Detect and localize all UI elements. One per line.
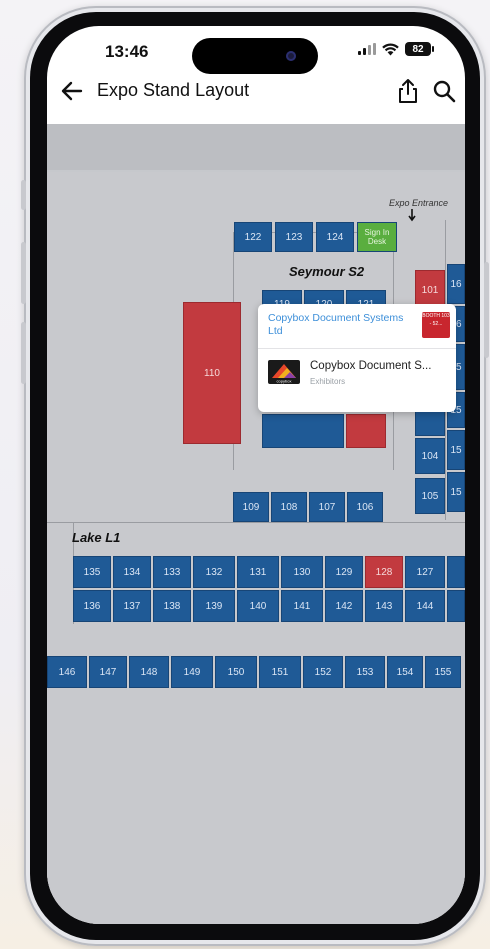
action-button xyxy=(21,180,26,210)
popup-exhibitor-name[interactable]: Copybox Document S... xyxy=(310,360,450,372)
volume-down-button xyxy=(21,322,26,384)
stand-sign-in-desk[interactable]: Sign In Desk xyxy=(357,222,397,252)
stand-150[interactable]: 150 xyxy=(215,656,257,688)
stand-122[interactable]: 122 xyxy=(234,222,272,252)
map-floor xyxy=(47,172,465,924)
stand-146[interactable]: 146 xyxy=(47,656,87,688)
stand-104[interactable]: 104 xyxy=(415,438,445,474)
camera-icon xyxy=(286,51,296,61)
logo-text: copybox xyxy=(277,379,292,384)
battery-icon: 82 xyxy=(405,42,434,56)
company-logo: copybox xyxy=(268,360,300,384)
stand-128[interactable]: 128 xyxy=(365,556,403,588)
stand-105[interactable]: 105 xyxy=(415,478,445,514)
entrance-arrow-icon xyxy=(408,209,416,222)
stand-149[interactable]: 149 xyxy=(171,656,213,688)
stand-107[interactable]: 107 xyxy=(309,492,345,522)
stand-126-partial[interactable] xyxy=(447,556,465,588)
stand-139[interactable]: 139 xyxy=(193,590,235,622)
stand-140[interactable]: 140 xyxy=(237,590,279,622)
zone-label-lake: Lake L1 xyxy=(72,530,121,545)
stand-under-popup-red[interactable] xyxy=(346,414,386,448)
stand-153[interactable]: 153 xyxy=(345,656,385,688)
stand-132[interactable]: 132 xyxy=(193,556,235,588)
stand-137[interactable]: 137 xyxy=(113,590,151,622)
booth-badge: BOOTH 103 - 52... xyxy=(422,312,450,338)
back-arrow-icon[interactable] xyxy=(59,78,85,104)
status-icons: 82 xyxy=(358,42,434,56)
stand-134[interactable]: 134 xyxy=(113,556,151,588)
stand-under-popup-b[interactable] xyxy=(262,414,344,448)
copybox-logo-icon: copybox xyxy=(270,364,298,384)
power-button xyxy=(484,262,489,358)
stand-148[interactable]: 148 xyxy=(129,656,169,688)
lake-wall-top xyxy=(47,522,465,523)
stand-106[interactable]: 106 xyxy=(347,492,383,522)
stand-130[interactable]: 130 xyxy=(281,556,323,588)
stand-129[interactable]: 129 xyxy=(325,556,363,588)
stand-138[interactable]: 138 xyxy=(153,590,191,622)
stand-147[interactable]: 147 xyxy=(89,656,127,688)
stand-123[interactable]: 123 xyxy=(275,222,313,252)
exhibitor-popup[interactable]: Copybox Document Systems Ltd BOOTH 103 -… xyxy=(258,304,456,412)
signal-icon xyxy=(358,43,376,55)
stand-152[interactable]: 152 xyxy=(303,656,343,688)
page-title: Expo Stand Layout xyxy=(97,80,250,100)
app-bar: Expo Stand Layout xyxy=(47,72,465,112)
stand-108[interactable]: 108 xyxy=(271,492,307,522)
stand-155[interactable]: 155 xyxy=(425,656,461,688)
stand-136[interactable]: 136 xyxy=(73,590,111,622)
stand-16a[interactable]: 16 xyxy=(447,264,465,304)
stand-151[interactable]: 151 xyxy=(259,656,301,688)
wifi-icon xyxy=(382,42,399,55)
zone-label-seymour: Seymour S2 xyxy=(289,264,365,279)
status-time: 13:46 xyxy=(105,42,149,61)
phone-screen: 13:46 82 Expo Stand Layout Expo Entrance… xyxy=(47,26,465,924)
stand-135[interactable]: 135 xyxy=(73,556,111,588)
popup-company-name[interactable]: Copybox Document Systems Ltd xyxy=(268,312,408,338)
stand-145-partial[interactable] xyxy=(447,590,465,622)
expo-entrance-label: Expo Entrance xyxy=(389,198,449,208)
volume-up-button xyxy=(21,242,26,304)
stand-15c[interactable]: 15 xyxy=(447,430,465,470)
stand-109[interactable]: 109 xyxy=(233,492,269,522)
stand-15d[interactable]: 15 xyxy=(447,472,465,512)
stand-124[interactable]: 124 xyxy=(316,222,354,252)
stand-110[interactable]: 110 xyxy=(183,302,241,444)
stand-144[interactable]: 144 xyxy=(405,590,445,622)
dynamic-island xyxy=(192,38,318,74)
popup-exhibitor-type: Exhibitors xyxy=(310,377,346,386)
floor-plan-map[interactable]: Expo Entrance Seymour S2 Lake L1 122 123… xyxy=(47,124,465,924)
stand-133[interactable]: 133 xyxy=(153,556,191,588)
stand-142[interactable]: 142 xyxy=(325,590,363,622)
stand-141[interactable]: 141 xyxy=(281,590,323,622)
search-icon[interactable] xyxy=(431,78,457,104)
stand-154[interactable]: 154 xyxy=(387,656,423,688)
stand-143[interactable]: 143 xyxy=(365,590,403,622)
stand-131[interactable]: 131 xyxy=(237,556,279,588)
popup-divider xyxy=(258,348,456,349)
map-top-band xyxy=(47,124,465,170)
stand-127[interactable]: 127 xyxy=(405,556,445,588)
share-icon[interactable] xyxy=(395,77,421,105)
